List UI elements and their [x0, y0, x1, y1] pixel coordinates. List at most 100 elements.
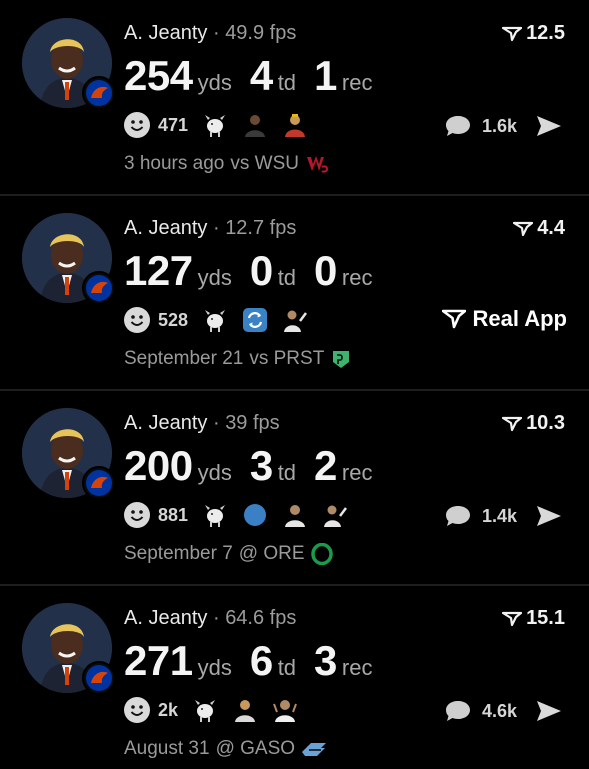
comment-count[interactable]: 1.6k: [482, 116, 517, 137]
player-name[interactable]: A. Jeanty: [124, 217, 207, 239]
touchdowns-label: td: [277, 70, 297, 95]
prst-logo-icon: [333, 351, 350, 368]
score-value: 12.5: [526, 22, 565, 44]
fan-reaction-icon[interactable]: [282, 112, 308, 138]
real-logo-icon: [442, 309, 467, 329]
oregon-logo-icon: [310, 543, 333, 565]
reactions-row: 528: [124, 307, 308, 333]
post-card[interactable]: A. Jeanty · 49.9 fps 12.5 254 yds 4 td 1 re…: [0, 0, 589, 194]
touchdowns-value: 6: [249, 637, 273, 684]
fps-value: 49.9 fps: [225, 22, 297, 44]
fps-value: 39 fps: [225, 412, 280, 434]
reaction-count[interactable]: 2k: [158, 700, 178, 721]
stat-line: 127 yds 0 td 0 rec: [124, 247, 390, 295]
goat-emoji-icon[interactable]: [192, 697, 218, 723]
blue-circle-emoji-icon[interactable]: [242, 502, 268, 528]
yards-label: yds: [197, 460, 232, 485]
real-logo-icon: [502, 611, 523, 626]
yards-label: yds: [197, 70, 232, 95]
boise-state-logo: [82, 661, 116, 695]
separator-dot: ·: [212, 412, 220, 434]
touchdowns-value: 0: [249, 247, 273, 294]
stat-line: 271 yds 6 td 3 rec: [124, 637, 390, 685]
game-info: August 31 @ GASO: [124, 738, 327, 760]
player-name[interactable]: A. Jeanty: [124, 412, 207, 434]
receptions-label: rec: [341, 70, 373, 95]
score-value: 10.3: [526, 412, 565, 434]
smile-icon[interactable]: [124, 697, 150, 723]
fan-reaction-icon[interactable]: [272, 697, 298, 723]
brand-name: Real App: [472, 306, 567, 331]
reactions-row: 471: [124, 112, 308, 138]
reaction-count[interactable]: 881: [158, 505, 188, 526]
player-reaction-icon[interactable]: [232, 697, 258, 723]
goat-emoji-icon[interactable]: [202, 307, 228, 333]
comments: 1.6k: [444, 114, 563, 138]
comments: 1.4k: [444, 504, 563, 528]
repeat-emoji-icon[interactable]: [242, 307, 268, 333]
celebration-reaction-icon[interactable]: [282, 307, 308, 333]
touchdowns-value: 3: [249, 442, 273, 489]
goat-emoji-icon[interactable]: [202, 502, 228, 528]
yards-value: 254: [124, 52, 193, 99]
score-badge: 4.4: [513, 217, 565, 240]
score-badge: 12.5: [502, 22, 565, 45]
game-info: September 21 vs PRST: [124, 348, 352, 370]
post-card[interactable]: A. Jeanty · 64.6 fps 15.1 271 yds 6 td 3 re…: [0, 586, 589, 769]
fps-value: 12.7 fps: [225, 217, 297, 239]
reaction-count[interactable]: 471: [158, 115, 188, 136]
opponent-label[interactable]: @ ORE: [239, 543, 305, 565]
player-reaction-icon[interactable]: [282, 502, 308, 528]
comments: 4.6k: [444, 699, 563, 723]
boise-state-logo: [82, 466, 116, 500]
separator-dot: ·: [212, 217, 220, 239]
opponent-label[interactable]: vs WSU: [230, 153, 299, 175]
comment-icon[interactable]: [444, 504, 472, 528]
celebration-reaction-icon[interactable]: [322, 502, 348, 528]
real-logo-icon: [502, 26, 523, 41]
player-reaction-icon[interactable]: [242, 112, 268, 138]
opponent-label[interactable]: vs PRST: [249, 348, 324, 370]
player-name[interactable]: A. Jeanty: [124, 22, 207, 44]
share-icon[interactable]: [535, 699, 563, 723]
comment-count[interactable]: 4.6k: [482, 701, 517, 722]
post-card[interactable]: A. Jeanty · 12.7 fps 4.4 127 yds 0 td 0 rec…: [0, 196, 589, 390]
share-icon[interactable]: [535, 504, 563, 528]
yards-value: 200: [124, 442, 193, 489]
opponent-label[interactable]: @ GASO: [216, 738, 295, 760]
post-time: September 21: [124, 348, 244, 369]
fps-value: 64.6 fps: [225, 607, 297, 629]
separator-dot: ·: [212, 607, 220, 629]
share-icon[interactable]: [535, 114, 563, 138]
receptions-value: 2: [314, 442, 337, 489]
separator-dot: ·: [212, 22, 220, 44]
post-time: August 31: [124, 738, 210, 759]
comment-icon[interactable]: [444, 114, 472, 138]
touchdowns-label: td: [277, 265, 297, 290]
post-card[interactable]: A. Jeanty · 39 fps 10.3 200 yds 3 td 2 rec …: [0, 391, 589, 585]
score-badge: 10.3: [502, 412, 565, 435]
smile-icon[interactable]: [124, 307, 150, 333]
georgia-southern-logo-icon: [302, 743, 327, 756]
touchdowns-label: td: [277, 655, 297, 680]
yards-label: yds: [197, 265, 232, 290]
game-info: 3 hours ago vs WSU: [124, 153, 329, 175]
score-badge: 15.1: [502, 607, 565, 630]
touchdowns-label: td: [277, 460, 297, 485]
goat-emoji-icon[interactable]: [202, 112, 228, 138]
comment-icon[interactable]: [444, 699, 472, 723]
comment-count[interactable]: 1.4k: [482, 506, 517, 527]
yards-label: yds: [197, 655, 232, 680]
stat-line: 200 yds 3 td 2 rec: [124, 442, 390, 490]
smile-icon[interactable]: [124, 112, 150, 138]
reactions-row: 881: [124, 502, 348, 528]
receptions-label: rec: [341, 460, 373, 485]
boise-state-logo: [82, 76, 116, 110]
yards-value: 271: [124, 637, 193, 684]
score-value: 15.1: [526, 607, 565, 629]
smile-icon[interactable]: [124, 502, 150, 528]
post-time: 3 hours ago: [124, 153, 225, 174]
receptions-value: 1: [314, 52, 337, 99]
player-name[interactable]: A. Jeanty: [124, 607, 207, 629]
reaction-count[interactable]: 528: [158, 310, 188, 331]
